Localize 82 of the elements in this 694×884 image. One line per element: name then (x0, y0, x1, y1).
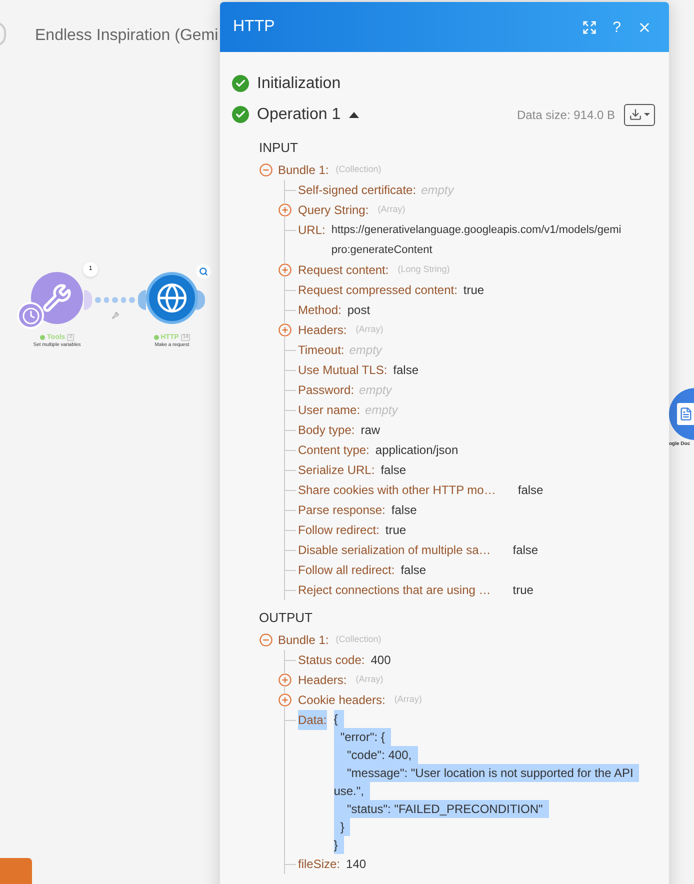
field-label: Body type: (298, 422, 355, 439)
field-value: 140 (346, 856, 366, 873)
field-value: false (380, 462, 406, 479)
field-label: Reject connections that are using … (298, 582, 491, 599)
type-hint: (Array) (378, 203, 406, 216)
wrench-icon (42, 283, 72, 313)
field-label: Method: (298, 302, 342, 319)
data-size: Data size: 914.0 B (516, 106, 615, 124)
expand-icon[interactable] (278, 203, 292, 217)
bundle-label: Bundle 1: (278, 162, 329, 179)
collapse-icon[interactable] (259, 633, 273, 647)
search-button[interactable] (196, 264, 211, 279)
field-value: 400 (370, 652, 391, 669)
field-value: false (393, 362, 419, 379)
document-icon (679, 407, 693, 421)
type-hint: (Array) (356, 673, 384, 686)
field-label: Headers: (298, 672, 347, 689)
field-label: URL: (298, 222, 326, 239)
type-hint: (Array) (394, 693, 422, 706)
value-line: https://generativelanguage.googleapis.com/v1/models/gemi (331, 223, 622, 238)
field-label: User name: (298, 402, 360, 419)
expand-icon[interactable] (582, 20, 597, 34)
field-label: Request content: (298, 262, 389, 279)
field-label: Follow redirect: (298, 522, 380, 539)
field-label: Serialize URL: (298, 462, 375, 479)
field-label: Parse response: (298, 502, 386, 519)
expand-icon[interactable] (278, 673, 292, 687)
bundle-label: Bundle 1: (278, 632, 329, 649)
field-label: fileSize: (298, 856, 340, 873)
field-label: Use Mutual TLS: (298, 362, 388, 379)
http-module-node[interactable] (146, 272, 198, 324)
wrench-icon[interactable] (112, 312, 119, 319)
field-label: Cookie headers: (298, 692, 386, 709)
empty-value: empty (359, 382, 392, 399)
value-line: pro:generateContent (331, 243, 432, 258)
type-hint: (Array) (356, 323, 384, 336)
step-title[interactable]: Operation 1 (257, 102, 341, 126)
type-hint: (Long String) (398, 263, 450, 276)
section-title: OUTPUT (259, 609, 314, 627)
dialog-title: HTTP (233, 17, 275, 37)
field-label: Status code: (298, 652, 365, 669)
collapse-icon[interactable] (259, 163, 273, 177)
field-value: false (400, 562, 426, 579)
section-title: INPUT (259, 139, 299, 157)
field-value: false (518, 482, 544, 499)
field-label: Follow all redirect: (298, 562, 395, 579)
step-title[interactable]: Initialization (257, 72, 341, 96)
field-label: Data: (298, 710, 327, 730)
field-value: false (512, 542, 538, 559)
field-label: Content type: (298, 442, 370, 459)
field-label: Timeout: (298, 342, 344, 359)
empty-value: empty (365, 402, 398, 419)
expand-icon[interactable] (278, 693, 292, 707)
field-label: Query String: (298, 202, 369, 219)
empty-value: empty (421, 182, 454, 199)
field-label: Request compressed content: (298, 282, 458, 299)
globe-icon (156, 282, 188, 314)
type-hint: (Collection) (336, 633, 382, 646)
field-label: Share cookies with other HTTP mo… (298, 482, 496, 499)
field-value: true (463, 282, 484, 299)
search-icon (199, 267, 208, 276)
field-value: post (347, 302, 370, 319)
field-value: false (391, 502, 417, 519)
expand-icon[interactable] (278, 263, 292, 277)
tools-module-node[interactable] (31, 272, 83, 324)
field-value: raw (360, 422, 380, 439)
download-icon (629, 108, 642, 121)
field-label: Self-signed certificate: (298, 182, 416, 199)
empty-value: empty (349, 342, 382, 359)
expand-icon[interactable] (278, 323, 292, 337)
field-value: true (385, 522, 406, 539)
type-hint: (Collection) (336, 163, 382, 176)
field-label: Headers: (298, 322, 347, 339)
caret-up-icon[interactable] (348, 112, 359, 118)
download-button[interactable] (624, 104, 655, 126)
clock-icon (17, 302, 44, 329)
field-label: Password: (298, 382, 354, 399)
field-value: application/json (375, 442, 458, 459)
scenario-title: Endless Inspiration (Gemi (35, 26, 218, 46)
connector-line (84, 290, 146, 310)
field-label: Disable serialization of multiple sa… (298, 542, 491, 559)
field-value: true (512, 582, 534, 599)
